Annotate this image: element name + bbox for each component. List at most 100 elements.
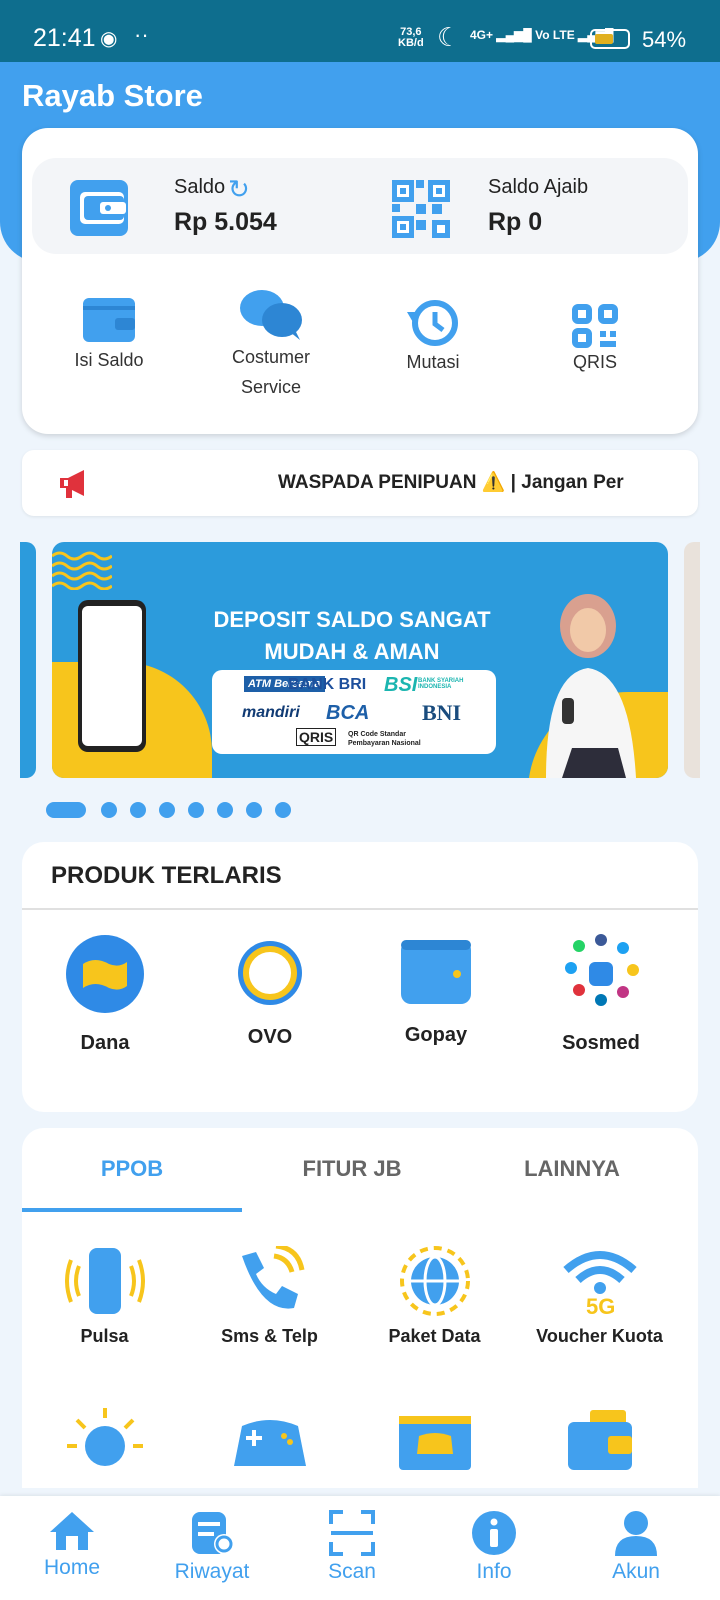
wave-decoration [52,551,112,590]
nav-info[interactable]: Info [434,1510,554,1584]
quick-label: Costumer Service [231,347,311,397]
phone-call-icon [241,1246,304,1309]
battery-percent: 54% [642,27,687,52]
nav-label: Akun [612,1560,660,1583]
status-bar: 21:41 ◉ ·· 73,6KB/d ☾ 4G+ ▂▄▆█ Vo LTE ▂▄… [0,0,720,62]
home-icon [50,1512,94,1550]
carousel-dot[interactable] [217,802,233,818]
quick-qris[interactable]: QRIS [520,304,670,373]
carousel-dot[interactable] [101,802,117,818]
wallet-icon [70,180,128,236]
more-notifications-icon: ·· [134,22,149,47]
tab-ppob[interactable]: PPOB [22,1156,242,1182]
wallet-card-icon [567,1410,632,1470]
nav-riwayat[interactable]: Riwayat [152,1510,272,1584]
chat-bubbles-icon [240,290,302,340]
moon-icon: ☾ [437,22,461,52]
tab-lainnya[interactable]: LAINNYA [462,1156,682,1182]
globe-icon [399,1246,470,1316]
bni-logo: BNI [422,700,462,725]
carousel-dot[interactable] [246,802,262,818]
promo-banner[interactable]: DEPOSIT SALDO SANGAT MUDAH & AMAN ATM Be… [52,542,668,778]
lightbulb-icon [66,1408,143,1466]
megaphone-icon [60,470,84,498]
phone-vibrate-icon [64,1248,145,1314]
service-voucher-game[interactable] [352,1406,517,1470]
carousel-dot[interactable] [130,802,146,818]
nav-label: Riwayat [174,1560,250,1583]
nav-label: Home [43,1556,101,1579]
saldo-label: Saldo [174,176,226,198]
account-icon [615,1511,657,1556]
whatsapp-icon: ◉ [100,28,118,50]
qris-subtitle: QR Code Standar Pembayaran Nasional [348,731,421,747]
phone-illustration [78,600,146,752]
dana-icon [66,935,144,1013]
product-dana[interactable]: Dana [40,934,170,1055]
quick-isi-saldo[interactable]: Isi Saldo [34,296,184,371]
nav-label: Info [476,1560,512,1583]
service-e-wallet[interactable] [517,1406,682,1470]
game-ticket-icon [398,1416,471,1470]
quick-label: QRIS [572,352,617,372]
saldo-ajaib-value: Rp 0 [488,208,543,236]
nav-label: Scan [328,1560,376,1583]
woman-illustration [546,594,636,778]
product-ovo[interactable]: OVO [205,934,335,1049]
nav-akun[interactable]: Akun [576,1510,696,1584]
status-time: 21:41 [33,24,96,52]
balance-card: Saldo ↻ Rp 5.054 Saldo Ajaib Rp 0 Isi Sa… [22,128,698,434]
carousel-dot[interactable] [188,802,204,818]
service-listrik[interactable] [22,1406,187,1470]
bottom-navigation: Home Riwayat Scan Info Akun [0,1496,720,1600]
scan-icon [329,1510,375,1556]
services-card: PPOB FITUR JB LAINNYA Pulsa Sms & Telp P… [22,1128,698,1488]
saldo-ajaib-label: Saldo Ajaib [488,176,589,198]
product-label: Dana [80,1032,130,1054]
banner-next-peek[interactable] [684,542,700,778]
bsi-subtitle: BANK SYARIAH INDONESIA [418,678,464,690]
ovo-icon [238,941,302,1005]
balance-box: Saldo ↻ Rp 5.054 Saldo Ajaib Rp 0 [32,158,688,254]
quick-costumer-service[interactable]: Costumer Service [196,288,346,402]
product-label: OVO [247,1026,293,1048]
nav-home[interactable]: Home [12,1510,132,1580]
svg-text:5G: 5G [586,1294,615,1316]
quick-label: Isi Saldo [74,350,144,370]
product-sosmed[interactable]: Sosmed [536,934,666,1055]
quick-mutasi[interactable]: Mutasi [358,298,508,373]
mandiri-logo: mandiri [242,704,300,721]
section-title: PRODUK TERLARIS [51,862,282,889]
tab-fitur-jb[interactable]: FITUR JB [242,1156,462,1182]
popular-products-card: PRODUK TERLARIS Dana OVO Gopay Sosmed [22,842,698,1112]
carousel-dot[interactable] [275,802,291,818]
service-paket-data[interactable]: Paket Data [352,1246,517,1347]
social-media-icon [565,934,639,1006]
nav-scan[interactable]: Scan [292,1510,412,1584]
app-title: Rayab Store [22,78,203,113]
product-gopay[interactable]: Gopay [371,934,501,1047]
net-speed: 73,6 KB/d [398,26,424,49]
service-label: Pulsa [80,1326,129,1346]
bank-logos: ATM Bersama BANK BRI BSI BANK SYARIAH IN… [212,670,496,754]
carousel-dot[interactable] [159,802,175,818]
announcement-bar[interactable]: WASPADA PENIPUAN ⚠️ | Jangan Per [22,450,698,516]
divider [22,908,698,910]
gamepad-icon [233,1420,306,1466]
service-voucher-kuota[interactable]: 5G Voucher Kuota [517,1246,682,1347]
history-icon [407,300,458,346]
saldo-value: Rp 5.054 [174,208,277,236]
product-label: Sosmed [562,1032,640,1054]
service-sms-telp[interactable]: Sms & Telp [187,1246,352,1347]
service-label: Paket Data [388,1326,481,1346]
announcement-text: WASPADA PENIPUAN ⚠️ | Jangan Per [278,472,624,493]
carousel-dot[interactable] [46,802,86,818]
wifi-5g-icon: 5G [562,1251,637,1316]
service-pulsa[interactable]: Pulsa [22,1246,187,1347]
banner-prev-peek[interactable] [20,542,36,778]
service-game[interactable] [187,1406,352,1470]
battery-icon [590,29,630,49]
service-label: Sms & Telp [221,1326,318,1346]
bri-logo: BANK BRI [288,676,367,693]
refresh-icon[interactable]: ↻ [228,174,250,205]
